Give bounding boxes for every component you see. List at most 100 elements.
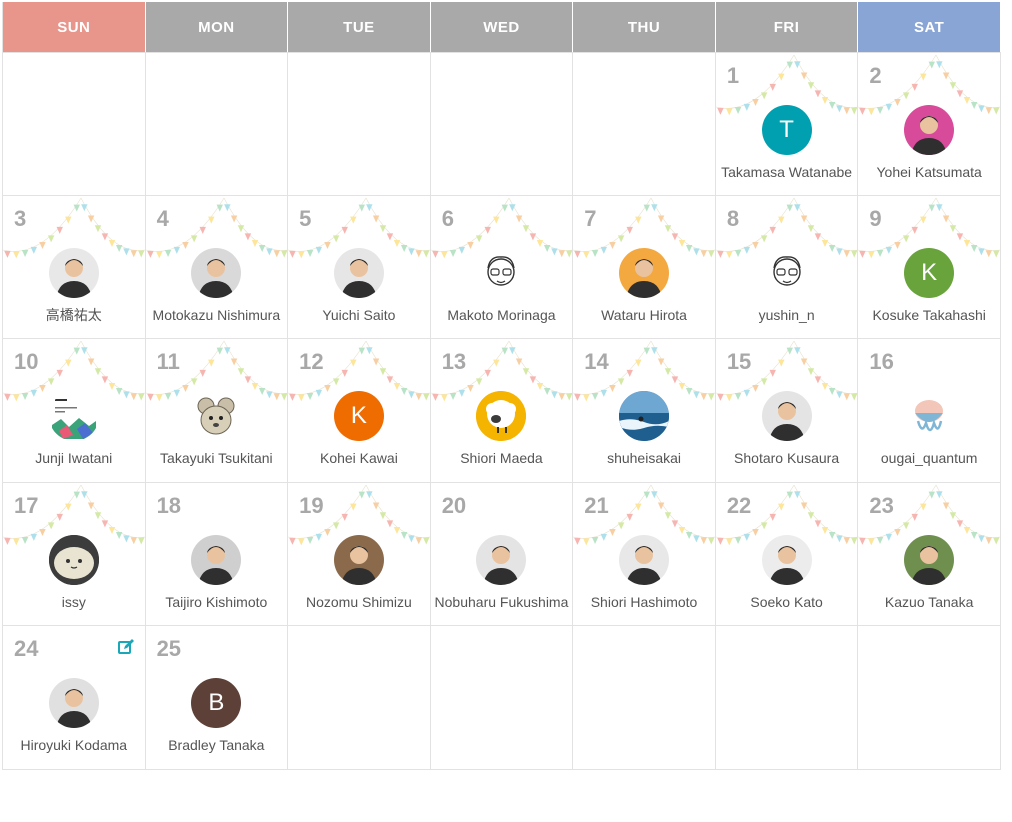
author-name[interactable]: Bradley Tanaka xyxy=(148,736,286,755)
day-number: 22 xyxy=(726,492,752,518)
calendar-day-23[interactable]: 23 Kazuo Tanaka xyxy=(858,482,1001,627)
calendar-day-1[interactable]: 1 T Takamasa Watanabe xyxy=(715,52,859,196)
day-number: 4 xyxy=(156,205,169,231)
calendar-day-24[interactable]: 24 Hiroyuki Kodama xyxy=(3,626,146,770)
person-photo-icon[interactable] xyxy=(48,678,99,729)
author-name[interactable]: Yohei Katsumata xyxy=(860,163,998,182)
author-name[interactable]: yushin_n xyxy=(718,306,856,325)
day-number: 9 xyxy=(869,205,882,231)
sheep-icon[interactable] xyxy=(476,391,527,442)
sketch-face-icon[interactable] xyxy=(761,247,812,298)
author-name[interactable]: Takayuki Tsukitani xyxy=(148,449,286,468)
author-name[interactable]: 高橋祐太 xyxy=(5,306,143,325)
author-name[interactable]: Nobuharu Fukushima xyxy=(433,593,571,612)
calendar-day-11[interactable]: 11 Takayuki Tsukitani xyxy=(145,339,289,483)
calendar-empty-cell xyxy=(858,626,1001,770)
person-photo-icon[interactable] xyxy=(904,105,955,155)
calendar-day-5[interactable]: 5 Yuichi Saito xyxy=(288,195,431,340)
author-name[interactable]: Yuichi Saito xyxy=(290,306,428,325)
day-number: 5 xyxy=(299,205,312,231)
person-photo-icon[interactable] xyxy=(476,534,527,585)
calendar-day-7[interactable]: 7 Wataru Hirota xyxy=(573,195,716,340)
person-photo-icon[interactable] xyxy=(191,247,242,298)
avatar[interactable]: K xyxy=(333,391,384,442)
weekday-header-sat: SAT xyxy=(858,2,1001,52)
weekday-header-fri: FRI xyxy=(715,2,859,52)
author-name[interactable]: ougai_quantum xyxy=(860,449,998,468)
calendar-day-20[interactable]: 20 Nobuharu Fukushima xyxy=(430,482,574,627)
day-number: 25 xyxy=(156,636,182,662)
author-name[interactable]: Nozomu Shimizu xyxy=(290,593,428,612)
avatar[interactable]: B xyxy=(191,678,242,729)
author-name[interactable]: Taijiro Kishimoto xyxy=(148,593,286,612)
author-name[interactable]: Junji Iwatani xyxy=(5,449,143,468)
day-number: 3 xyxy=(14,205,27,231)
person-photo-icon[interactable] xyxy=(904,534,955,585)
weekday-header-tue: TUE xyxy=(288,2,431,52)
person-photo-icon[interactable] xyxy=(191,534,242,585)
day-number: 17 xyxy=(14,492,39,518)
day-number: 19 xyxy=(299,492,324,518)
person-photo-icon[interactable] xyxy=(619,247,670,298)
calendar-day-12[interactable]: 12 K Kohei Kawai xyxy=(288,339,431,483)
author-name[interactable]: Shiori Hashimoto xyxy=(575,593,713,612)
calendar-day-3[interactable]: 3 高橋祐太 xyxy=(3,195,146,340)
author-name[interactable]: Makoto Morinaga xyxy=(433,306,571,325)
author-name[interactable]: Soeko Kato xyxy=(718,593,856,612)
day-number: 10 xyxy=(14,349,39,375)
weekday-header-sun: SUN xyxy=(3,2,146,52)
calendar-day-15[interactable]: 15 Shotaro Kusaura xyxy=(715,339,859,483)
calendar-day-9[interactable]: 9 K Kosuke Takahashi xyxy=(858,195,1001,340)
calendar-day-25[interactable]: 25 B Bradley Tanaka xyxy=(145,626,289,770)
author-name[interactable]: Shiori Maeda xyxy=(433,449,571,468)
avatar[interactable]: K xyxy=(904,247,955,298)
calendar-day-22[interactable]: 22 Soeko Kato xyxy=(715,482,859,627)
weekday-header-mon: MON xyxy=(145,2,289,52)
calendar-day-21[interactable]: 21 Shiori Hashimoto xyxy=(573,482,716,627)
avatar[interactable]: T xyxy=(761,105,812,155)
day-number: 16 xyxy=(869,349,894,375)
person-photo-icon[interactable] xyxy=(619,534,670,585)
author-name[interactable]: issy xyxy=(5,593,143,612)
calendar-empty-cell xyxy=(3,52,146,196)
edit-icon[interactable] xyxy=(117,638,135,656)
day-number: 8 xyxy=(726,205,740,231)
calendar-day-2[interactable]: 2 Yohei Katsumata xyxy=(858,52,1001,196)
person-photo-icon[interactable] xyxy=(333,534,384,585)
blob-character-icon[interactable] xyxy=(48,534,99,585)
calendar-day-13[interactable]: 13 Shiori Maeda xyxy=(430,339,574,483)
mouse-character-icon[interactable] xyxy=(191,391,242,442)
author-name[interactable]: Motokazu Nishimura xyxy=(148,306,286,325)
author-name[interactable]: Kosuke Takahashi xyxy=(860,306,998,325)
author-name[interactable]: Takamasa Watanabe xyxy=(718,163,856,182)
calendar-empty-cell xyxy=(573,52,716,196)
advent-calendar: SUN MON TUE WED THU FRI SAT 1 T Takamasa W… xyxy=(2,2,1001,770)
author-name[interactable]: Kohei Kawai xyxy=(290,449,428,468)
day-number: 1 xyxy=(726,63,740,88)
calendar-day-8[interactable]: 8 yushin_n xyxy=(715,195,859,340)
book-cover-icon[interactable] xyxy=(48,391,99,442)
calendar-day-14[interactable]: 14 shuheisakai xyxy=(573,339,716,483)
day-number: 20 xyxy=(441,492,467,518)
calendar-day-4[interactable]: 4 Motokazu Nishimura xyxy=(145,195,289,340)
jellyfish-icon[interactable] xyxy=(904,391,955,442)
author-name[interactable]: shuheisakai xyxy=(575,449,713,468)
surf-photo-icon[interactable] xyxy=(619,391,670,442)
author-name[interactable]: Hiroyuki Kodama xyxy=(5,736,143,755)
author-name[interactable]: Wataru Hirota xyxy=(575,306,713,325)
author-name[interactable]: Shotaro Kusaura xyxy=(718,449,856,468)
author-name[interactable]: Kazuo Tanaka xyxy=(860,593,998,612)
person-photo-icon[interactable] xyxy=(761,391,812,442)
calendar-day-17[interactable]: 17 issy xyxy=(3,482,146,627)
person-photo-icon[interactable] xyxy=(761,534,812,585)
person-photo-icon[interactable] xyxy=(333,247,384,298)
calendar-day-19[interactable]: 19 Nozomu Shimizu xyxy=(288,482,431,627)
calendar-day-18[interactable]: 18 Taijiro Kishimoto xyxy=(145,482,289,627)
calendar-day-6[interactable]: 6 Makoto Morinaga xyxy=(430,195,574,340)
day-number: 11 xyxy=(156,349,180,375)
person-photo-icon[interactable] xyxy=(48,247,99,298)
calendar-day-16[interactable]: 16 ougai_quantum xyxy=(858,339,1001,483)
sketch-face-icon[interactable] xyxy=(476,247,527,298)
calendar-day-10[interactable]: 10 Junji Iwatani xyxy=(3,339,146,483)
calendar-empty-cell xyxy=(288,52,431,196)
